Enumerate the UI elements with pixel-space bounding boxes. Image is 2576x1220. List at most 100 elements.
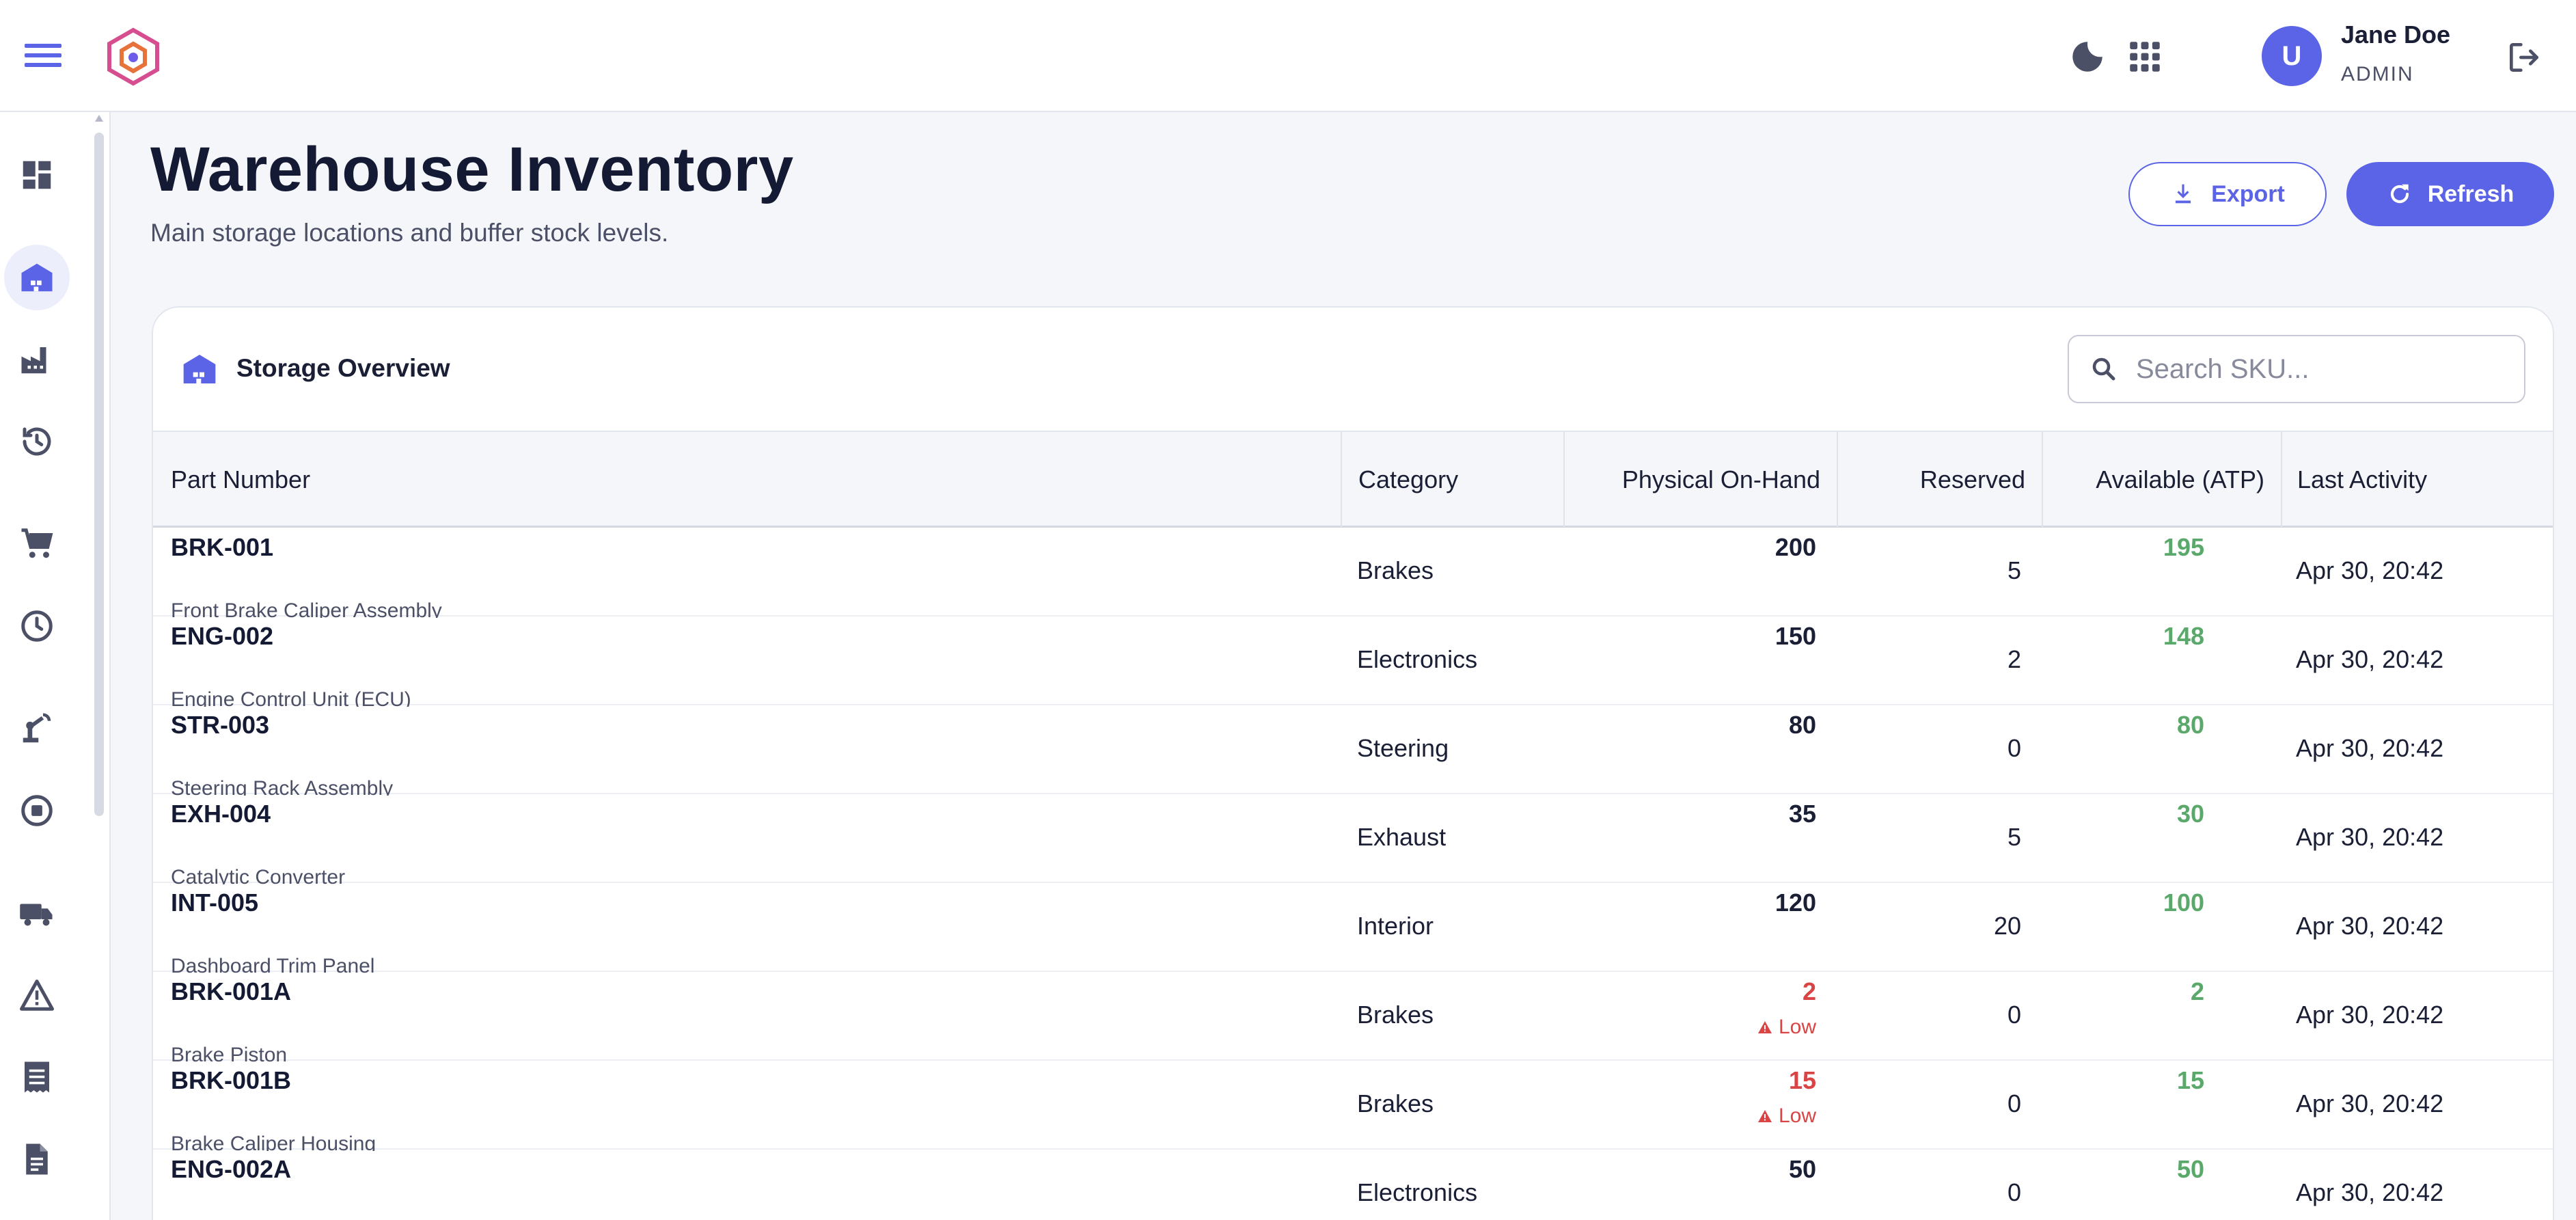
header-category[interactable]: Category — [1341, 432, 1563, 527]
sidebar — [0, 112, 111, 1220]
sidebar-item-documents[interactable] — [4, 1126, 70, 1192]
part-number: BRK-001A — [171, 977, 292, 1005]
category-cell: Electronics — [1357, 645, 1478, 673]
sidebar-item-robotics[interactable] — [4, 696, 70, 761]
on-hand-cell: 35 — [1788, 800, 1816, 828]
table-row[interactable]: ENG-002A Electronics 50 0 50 Apr 30, 20:… — [153, 1150, 2553, 1220]
warning-icon — [1757, 1110, 1772, 1122]
cart-icon — [21, 528, 53, 558]
refresh-button[interactable]: Refresh — [2346, 162, 2554, 226]
on-hand-cell: 50 — [1788, 1155, 1816, 1183]
last-activity-cell: Apr 30, 20:42 — [2296, 1178, 2444, 1206]
logout-icon[interactable] — [2505, 38, 2543, 77]
last-activity-cell: Apr 30, 20:42 — [2296, 734, 2444, 762]
refresh-label: Refresh — [2427, 180, 2515, 207]
category-cell: Interior — [1357, 912, 1434, 940]
export-button[interactable]: Export — [2128, 162, 2327, 226]
reserved-cell: 0 — [2007, 1089, 2021, 1117]
low-stock-badge: Low — [1757, 1016, 1816, 1039]
sidebar-item-stop[interactable] — [4, 778, 70, 843]
header-reserved[interactable]: Reserved — [1837, 432, 2042, 527]
search-input[interactable] — [2136, 353, 2505, 385]
table-row[interactable]: INT-005 Dashboard Trim Panel Interior 12… — [153, 883, 2553, 973]
on-hand-cell: 2 — [1802, 977, 1816, 1005]
app-logo[interactable] — [102, 26, 164, 87]
sidebar-item-history[interactable] — [4, 409, 70, 474]
search-box[interactable] — [2068, 335, 2525, 403]
category-cell: Exhaust — [1357, 823, 1447, 851]
card-header: Storage Overview — [153, 308, 2553, 431]
part-number: INT-005 — [171, 889, 259, 917]
header-part-number[interactable]: Part Number — [171, 432, 1332, 527]
stop-circle-icon — [21, 795, 53, 826]
table-row[interactable]: ENG-002 Engine Control Unit (ECU) Electr… — [153, 616, 2553, 707]
hamburger-menu-icon[interactable] — [25, 38, 61, 72]
table-row[interactable]: EXH-004 Catalytic Converter Exhaust 35 5… — [153, 794, 2553, 884]
reserved-cell: 5 — [2007, 556, 2021, 584]
history-icon — [23, 427, 51, 456]
header-physical-on-hand[interactable]: Physical On-Hand — [1563, 432, 1837, 527]
page-title: Warehouse Inventory — [150, 135, 794, 204]
sidebar-item-orders[interactable] — [4, 511, 70, 577]
reserved-cell: 2 — [2007, 645, 2021, 673]
low-stock-label: Low — [1778, 1016, 1816, 1038]
search-icon — [2092, 357, 2115, 381]
part-number: ENG-002 — [171, 622, 274, 650]
sidebar-item-shipping[interactable] — [4, 880, 70, 946]
user-name: Jane Doe — [2341, 21, 2451, 49]
low-stock-label: Low — [1778, 1104, 1816, 1127]
reserved-cell: 20 — [1993, 912, 2021, 940]
refresh-icon — [2390, 184, 2409, 204]
factory-icon — [21, 347, 46, 374]
part-description: Engine Control Unit (ECU) — [171, 688, 411, 707]
reserved-cell: 0 — [2007, 1178, 2021, 1206]
sidebar-item-receipts[interactable] — [4, 1044, 70, 1110]
atp-cell: 50 — [2176, 1155, 2204, 1183]
sidebar-item-alerts[interactable] — [4, 962, 70, 1028]
sidebar-item-dashboard[interactable] — [4, 142, 70, 208]
on-hand-cell: 200 — [1775, 533, 1816, 561]
part-number: BRK-001B — [171, 1066, 292, 1094]
warehouse-icon — [21, 263, 53, 292]
low-stock-badge: Low — [1757, 1104, 1816, 1128]
last-activity-cell: Apr 30, 20:42 — [2296, 645, 2444, 673]
reserved-cell: 5 — [2007, 823, 2021, 851]
sidebar-scrollbar[interactable] — [94, 133, 104, 816]
category-cell: Brakes — [1357, 556, 1434, 584]
table-row[interactable]: STR-003 Steering Rack Assembly Steering … — [153, 705, 2553, 796]
atp-cell: 15 — [2176, 1066, 2204, 1094]
table-row[interactable]: BRK-001B Brake Caliper Housing Brakes 15… — [153, 1061, 2553, 1151]
atp-cell: 30 — [2176, 800, 2204, 828]
warning-icon — [20, 979, 54, 1011]
part-description: Steering Rack Assembly — [171, 777, 394, 796]
header-last-activity[interactable]: Last Activity — [2281, 432, 2553, 527]
part-description: Front Brake Caliper Assembly — [171, 599, 442, 618]
header-available-atp[interactable]: Available (ATP) — [2042, 432, 2281, 527]
part-description: Brake Piston — [171, 1044, 288, 1062]
avatar[interactable]: U — [2262, 26, 2322, 86]
last-activity-cell: Apr 30, 20:42 — [2296, 1089, 2444, 1117]
scroll-up-arrow-icon[interactable] — [95, 115, 103, 122]
last-activity-cell: Apr 30, 20:42 — [2296, 1001, 2444, 1029]
part-number: ENG-002A — [171, 1155, 292, 1183]
moon-icon[interactable] — [2068, 37, 2107, 77]
export-label: Export — [2211, 180, 2285, 207]
on-hand-cell: 80 — [1788, 711, 1816, 739]
table-row[interactable]: BRK-001A Brake Piston Brakes 2 0 2 Apr 3… — [153, 972, 2553, 1062]
category-cell: Steering — [1357, 734, 1449, 762]
warning-icon — [1757, 1021, 1772, 1033]
sidebar-item-warehouse[interactable] — [4, 245, 70, 310]
table-header: Part Number Category Physical On-Hand Re… — [153, 431, 2553, 528]
on-hand-cell: 120 — [1775, 889, 1816, 917]
download-icon — [2176, 184, 2191, 204]
apps-grid-icon[interactable] — [2125, 37, 2165, 77]
table-row[interactable]: BRK-001 Front Brake Caliper Assembly Bra… — [153, 528, 2553, 618]
part-description: Catalytic Converter — [171, 866, 346, 884]
part-description: Dashboard Trim Panel — [171, 955, 375, 973]
atp-cell: 148 — [2163, 622, 2204, 650]
sidebar-item-factory[interactable] — [4, 327, 70, 392]
sidebar-item-schedule[interactable] — [4, 593, 70, 659]
last-activity-cell: Apr 30, 20:42 — [2296, 912, 2444, 940]
category-cell: Brakes — [1357, 1001, 1434, 1029]
clock-icon — [21, 610, 53, 642]
